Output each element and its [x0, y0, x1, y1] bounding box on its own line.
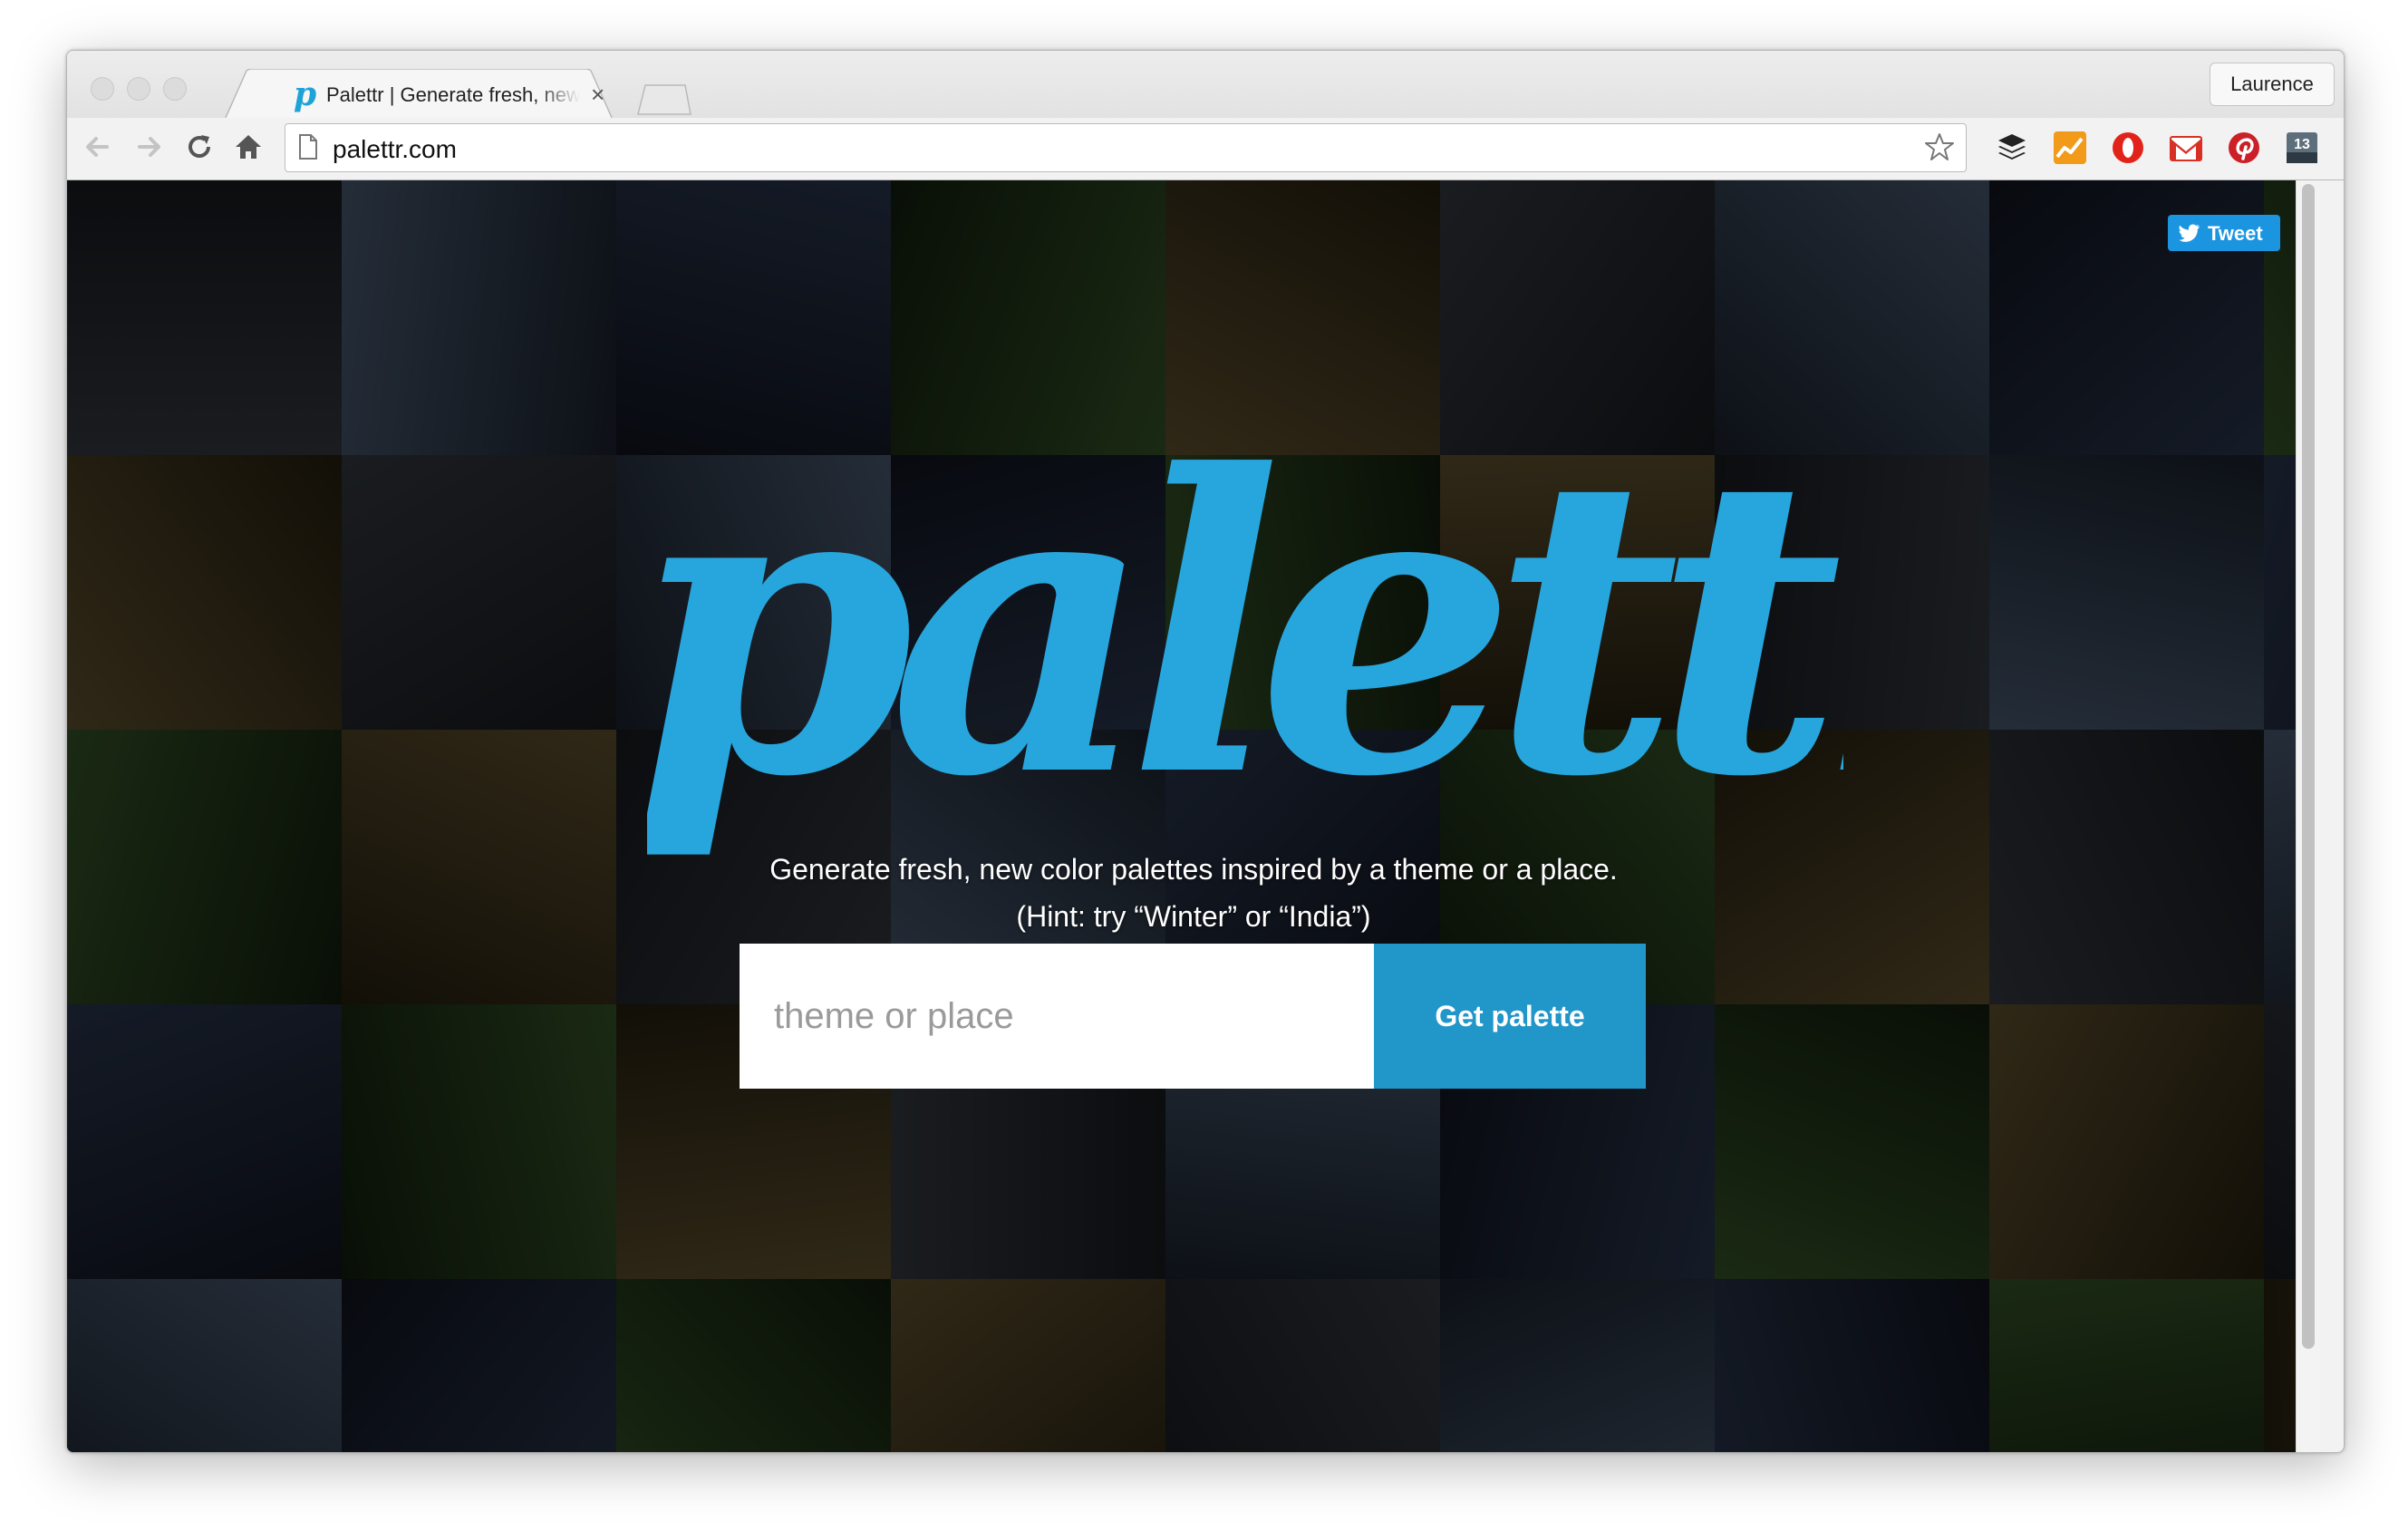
tab-title: Palettr | Generate fresh, new color pale…: [326, 83, 580, 106]
buffer-icon[interactable]: [1994, 130, 2030, 166]
scrollbar-thumb[interactable]: [2302, 184, 2315, 1349]
browser-toolbar: palettr.com 13: [67, 118, 2344, 180]
forward-arrow-icon[interactable]: [131, 129, 167, 165]
page-content: Tweet palettr Generate fresh, new color …: [67, 180, 2320, 1452]
page-icon: [299, 134, 317, 160]
get-palette-button[interactable]: Get palette: [1374, 944, 1646, 1089]
minimize-window-button[interactable]: [127, 77, 150, 101]
theme-search-input[interactable]: [740, 944, 1374, 1089]
palettr-favicon-icon: p: [294, 75, 317, 113]
back-arrow-icon[interactable]: [80, 129, 116, 165]
browser-tab[interactable]: p Palettr | Generate fresh, new color pa…: [225, 69, 627, 120]
tweet-button[interactable]: Tweet: [2168, 215, 2280, 251]
address-bar[interactable]: palettr.com: [285, 123, 1967, 172]
maximize-window-button[interactable]: [163, 77, 187, 101]
calendar-day-text: 13: [2294, 137, 2310, 152]
profile-button[interactable]: Laurence: [2210, 63, 2335, 106]
twitter-bird-icon: [2179, 224, 2200, 242]
new-tab-button[interactable]: [636, 83, 692, 116]
palettr-logo: palettr: [647, 387, 1843, 867]
logo-text: palettr: [647, 387, 1843, 867]
tagline-line-2: (Hint: try “Winter” or “India”): [1016, 900, 1371, 933]
analytics-icon[interactable]: [2052, 130, 2088, 166]
calendar-icon[interactable]: 13: [2284, 130, 2320, 166]
close-window-button[interactable]: [91, 77, 114, 101]
bookmark-star-icon[interactable]: [1924, 131, 1955, 162]
browser-window: p Palettr | Generate fresh, new color pa…: [66, 50, 2345, 1453]
menu-icon[interactable]: [2342, 130, 2345, 166]
gmail-icon[interactable]: [2168, 130, 2204, 166]
url-text: palettr.com: [333, 135, 457, 163]
opera-icon[interactable]: [2110, 130, 2146, 166]
tweet-label: Tweet: [2208, 222, 2263, 245]
home-icon[interactable]: [230, 129, 266, 165]
title-bar: p Palettr | Generate fresh, new color pa…: [67, 51, 2344, 120]
reload-icon[interactable]: [181, 129, 218, 165]
scrollbar[interactable]: [2296, 180, 2320, 1452]
pinterest-icon[interactable]: [2226, 130, 2262, 166]
tagline-line-1: Generate fresh, new color palettes inspi…: [769, 853, 1618, 886]
tab-close-icon[interactable]: ×: [591, 81, 604, 108]
